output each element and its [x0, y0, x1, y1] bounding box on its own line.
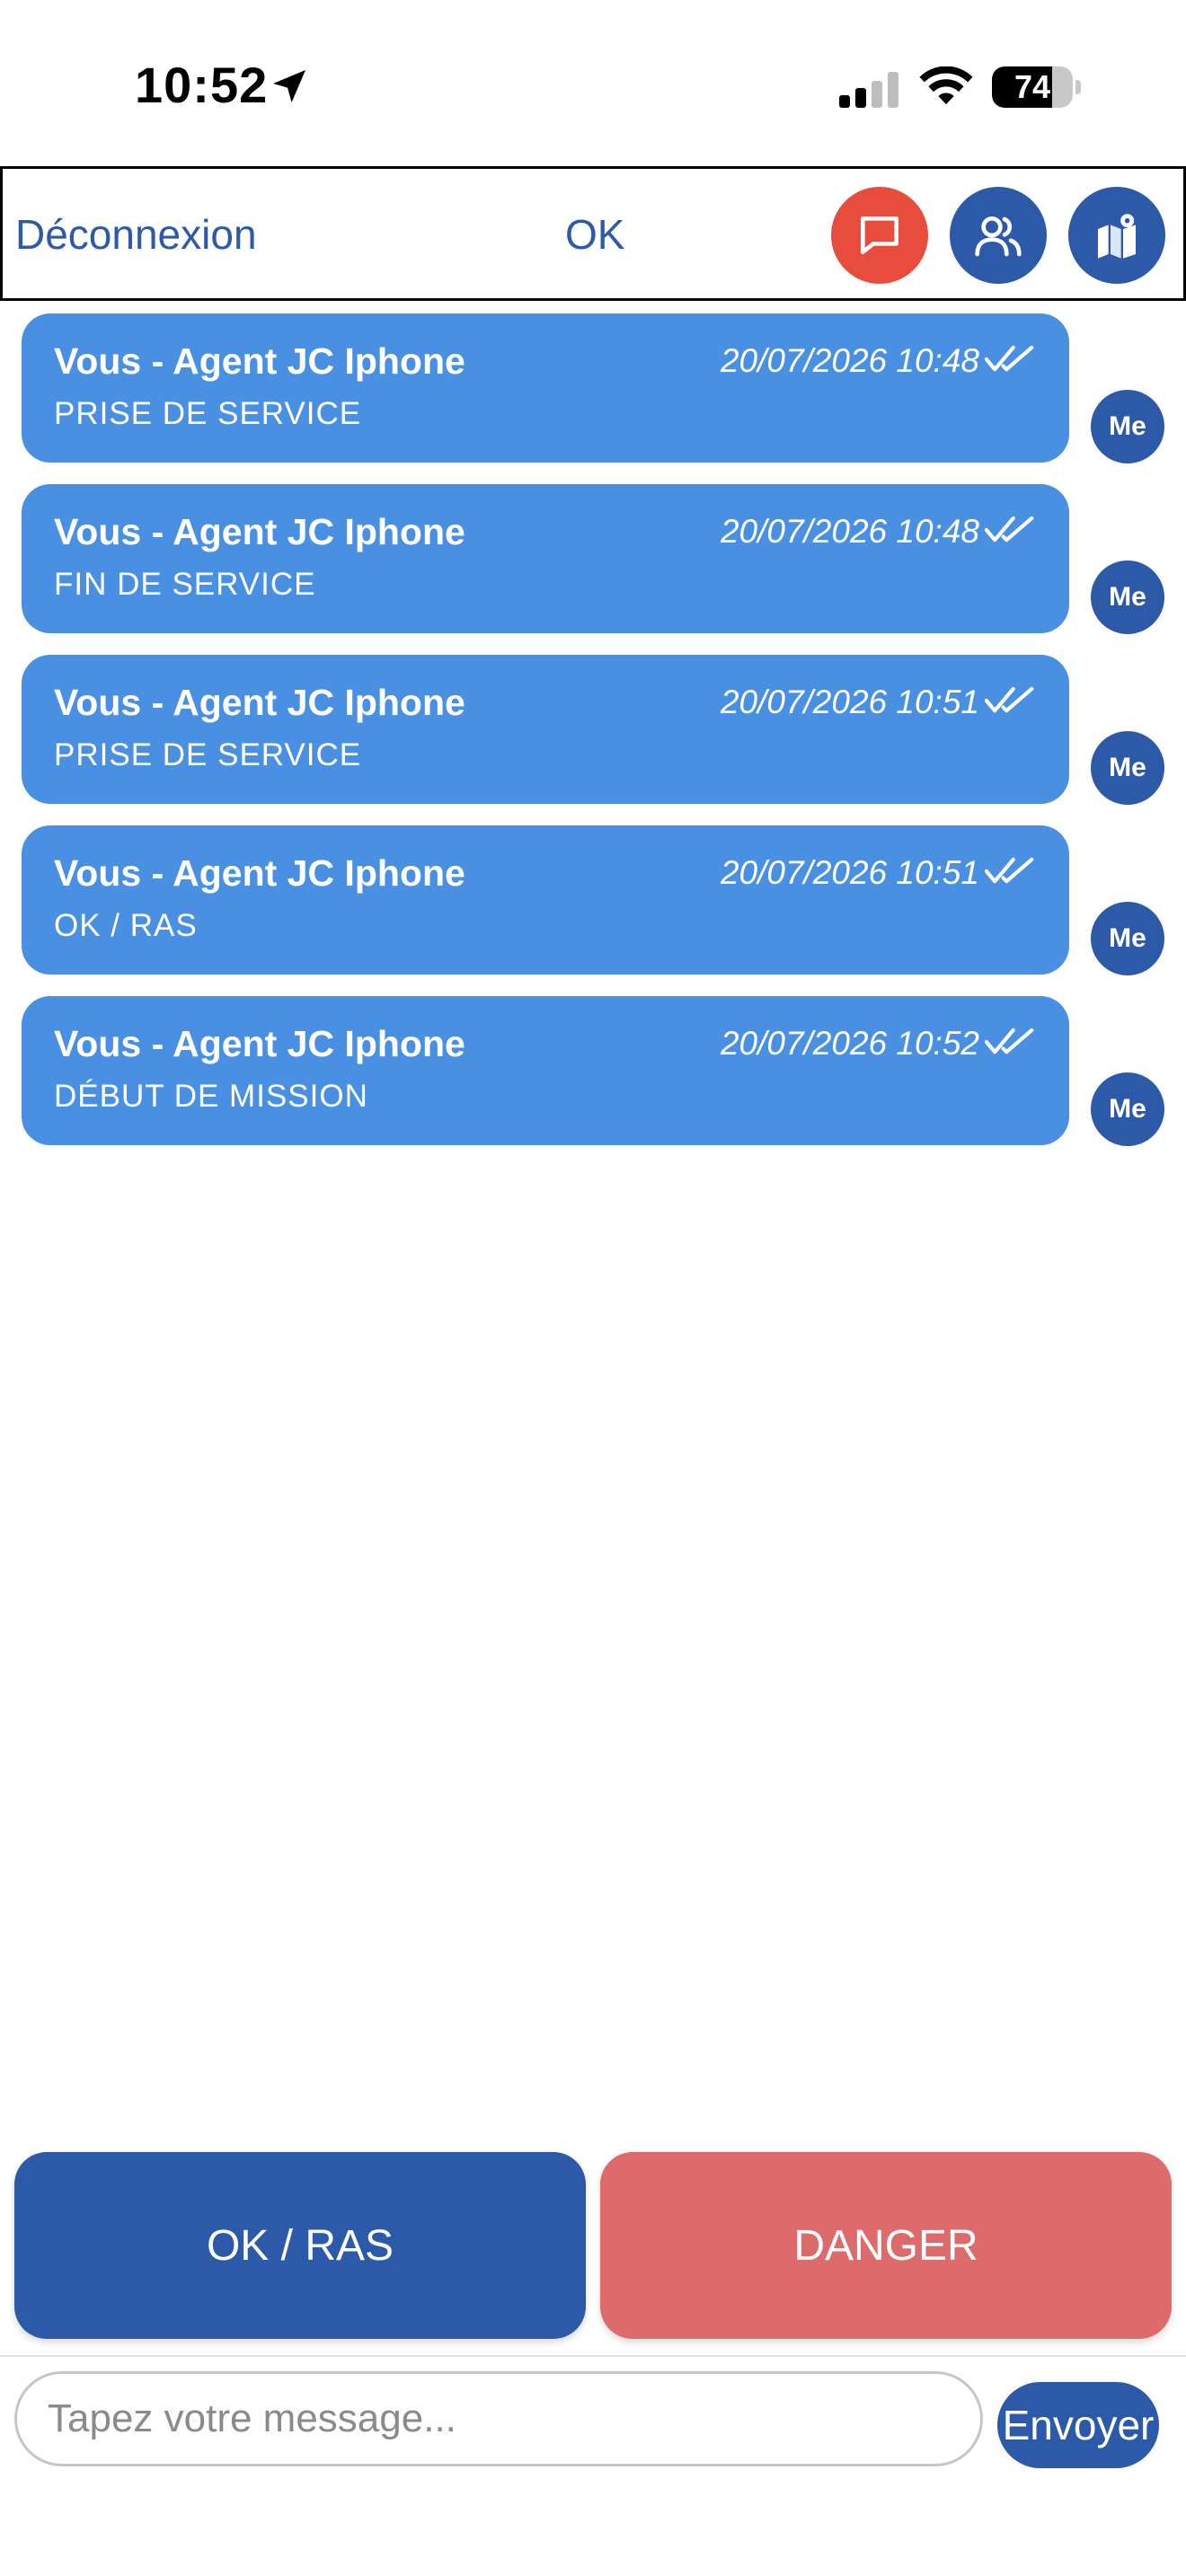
quick-actions: OK / RAS DANGER: [0, 2152, 1186, 2341]
avatar: Me: [1091, 560, 1164, 634]
message-bubble: Vous - Agent JC Iphone 20/07/2026 10:48 …: [22, 313, 1069, 463]
avatar: Me: [1091, 390, 1164, 463]
battery-level: 74: [1013, 68, 1051, 105]
message-list[interactable]: Vous - Agent JC Iphone 20/07/2026 10:48 …: [0, 310, 1186, 1163]
double-check-icon: [985, 857, 1034, 884]
send-button[interactable]: Envoyer: [997, 2382, 1159, 2468]
message-bubble: Vous - Agent JC Iphone 20/07/2026 10:51 …: [22, 655, 1069, 804]
message-time: 20/07/2026 10:51: [720, 684, 979, 720]
message-item: Vous - Agent JC Iphone 20/07/2026 10:52 …: [0, 992, 1186, 1163]
battery-indicator: 74: [992, 66, 1082, 108]
message-time: 20/07/2026 10:51: [720, 854, 979, 891]
ok-ras-button[interactable]: OK / RAS: [14, 2152, 586, 2339]
chat-icon: [861, 216, 898, 254]
message-time: 20/07/2026 10:48: [720, 342, 979, 379]
avatar: Me: [1091, 731, 1164, 805]
message-sender: Vous - Agent JC Iphone: [54, 682, 465, 723]
map-icon: [1098, 214, 1136, 259]
map-button[interactable]: [1068, 187, 1165, 284]
logout-link[interactable]: Déconnexion: [15, 210, 257, 259]
message-bubble: Vous - Agent JC Iphone 20/07/2026 10:51 …: [22, 825, 1069, 975]
message-bubble: Vous - Agent JC Iphone 20/07/2026 10:48 …: [22, 484, 1069, 633]
message-text: DÉBUT DE MISSION: [54, 1079, 368, 1114]
message-item: Vous - Agent JC Iphone 20/07/2026 10:51 …: [0, 822, 1186, 992]
message-text: OK / RAS: [54, 908, 198, 943]
chat-button[interactable]: [831, 187, 928, 284]
avatar: Me: [1091, 902, 1164, 975]
double-check-icon: [985, 1028, 1034, 1054]
message-sender: Vous - Agent JC Iphone: [54, 852, 465, 894]
double-check-icon: [985, 686, 1034, 713]
wifi-icon: [919, 66, 973, 105]
message-text: PRISE DE SERVICE: [54, 396, 362, 431]
location-arrow-icon: [273, 70, 305, 102]
cellular-signal-icon: [839, 72, 898, 108]
message-time: 20/07/2026 10:48: [720, 513, 979, 550]
message-text: PRISE DE SERVICE: [54, 737, 362, 772]
users-button[interactable]: [950, 187, 1047, 284]
header-status-label: OK: [565, 211, 625, 258]
avatar: Me: [1091, 1072, 1164, 1146]
message-item: Vous - Agent JC Iphone 20/07/2026 10:51 …: [0, 651, 1186, 822]
message-item: Vous - Agent JC Iphone 20/07/2026 10:48 …: [0, 481, 1186, 651]
message-item: Vous - Agent JC Iphone 20/07/2026 10:48 …: [0, 310, 1186, 481]
message-sender: Vous - Agent JC Iphone: [54, 1023, 465, 1064]
message-time: 20/07/2026 10:52: [720, 1025, 979, 1062]
app-header: Déconnexion OK: [0, 166, 1186, 301]
message-sender: Vous - Agent JC Iphone: [54, 511, 465, 552]
message-bubble: Vous - Agent JC Iphone 20/07/2026 10:52 …: [22, 996, 1069, 1145]
status-time: 10:52: [135, 57, 269, 113]
message-text: FIN DE SERVICE: [54, 567, 316, 602]
message-sender: Vous - Agent JC Iphone: [54, 340, 465, 382]
users-icon: [975, 216, 1022, 257]
danger-button[interactable]: DANGER: [600, 2152, 1172, 2339]
message-input[interactable]: [14, 2371, 983, 2466]
double-check-icon: [985, 345, 1034, 372]
message-composer: Envoyer: [0, 2357, 1186, 2468]
double-check-icon: [985, 516, 1034, 543]
status-bar: 10:52 74: [0, 0, 1186, 166]
